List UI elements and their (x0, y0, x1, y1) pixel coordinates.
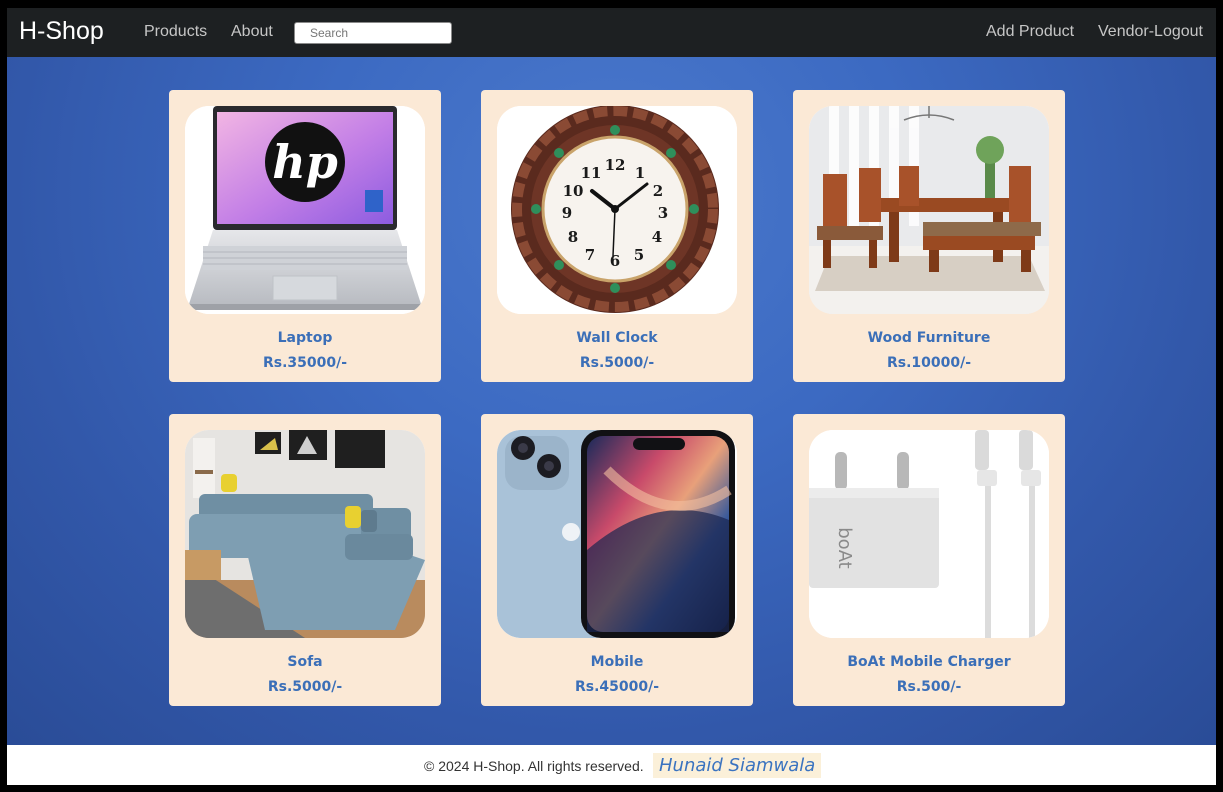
product-card-wall-clock[interactable]: 12 1 2 3 4 5 6 7 8 9 10 11 Wall Clock Rs… (481, 90, 753, 382)
product-name: Mobile (590, 654, 644, 670)
smartphone-image (497, 430, 737, 638)
charger-image: boAt (809, 430, 1049, 638)
nav-link-vendor-logout[interactable]: Vendor-Logout (1098, 23, 1203, 41)
sofa-icon (185, 430, 425, 638)
product-price: Rs.45000/- (574, 679, 660, 695)
product-card-laptop[interactable]: hp Laptop Rs.35000/- (169, 90, 441, 382)
product-price: Rs.10000/- (886, 355, 972, 371)
clock-numeral-1: 1 (635, 164, 645, 182)
nav-link-about[interactable]: About (231, 23, 273, 41)
dining-table-icon (809, 106, 1049, 314)
clock-numeral-8: 8 (568, 228, 578, 246)
product-name: BoAt Mobile Charger (847, 654, 1011, 670)
clock-numeral-6: 6 (610, 252, 620, 270)
clock-numeral-7: 7 (585, 246, 595, 264)
clock-numeral-4: 4 (652, 228, 662, 246)
page-frame: H-Shop Products About Add Product Vendor… (7, 8, 1216, 785)
product-price: Rs.5000/- (267, 679, 343, 695)
sofa-image (185, 430, 425, 638)
product-card-wood-furniture[interactable]: Wood Furniture Rs.10000/- (793, 90, 1065, 382)
author-name: Hunaid Siamwala (653, 753, 822, 778)
clock-numeral-3: 3 (658, 204, 668, 222)
wall-clock-icon: 12 1 2 3 4 5 6 7 8 9 10 11 (497, 106, 737, 314)
wall-clock-image: 12 1 2 3 4 5 6 7 8 9 10 11 (497, 106, 737, 314)
clock-numeral-2: 2 (653, 182, 663, 200)
navbar: H-Shop Products About Add Product Vendor… (7, 8, 1216, 57)
nav-link-products[interactable]: Products (144, 23, 207, 41)
product-name: Wall Clock (576, 330, 658, 346)
product-price: Rs.500/- (896, 679, 962, 695)
product-card-sofa[interactable]: Sofa Rs.5000/- (169, 414, 441, 706)
laptop-icon: hp (185, 106, 425, 314)
product-name: Sofa (287, 654, 323, 670)
product-card-mobile[interactable]: Mobile Rs.45000/- (481, 414, 753, 706)
clock-numeral-5: 5 (634, 246, 644, 264)
clock-numeral-11: 11 (581, 164, 602, 182)
product-price: Rs.5000/- (579, 355, 655, 371)
product-name: Wood Furniture (867, 330, 991, 346)
product-price: Rs.35000/- (262, 355, 348, 371)
clock-numeral-12: 12 (605, 156, 626, 174)
charger-icon: boAt (809, 430, 1049, 638)
copyright-text: © 2024 H-Shop. All rights reserved. (424, 758, 644, 774)
product-grid: hp Laptop Rs.35000/- 12 1 2 3 4 5 6 7 8 … (7, 57, 1216, 745)
footer: © 2024 H-Shop. All rights reserved. Huna… (7, 745, 1216, 785)
product-name: Laptop (277, 330, 333, 346)
clock-numeral-10: 10 (563, 182, 584, 200)
smartphone-icon (497, 430, 737, 638)
laptop-image: hp (185, 106, 425, 314)
nav-link-add-product[interactable]: Add Product (986, 23, 1074, 41)
brand-logo[interactable]: H-Shop (19, 17, 104, 46)
product-card-boat-mobile-charger[interactable]: boAt BoAt Mobile Charger Rs.500/- (793, 414, 1065, 706)
hp-logo-text: hp (272, 135, 338, 189)
clock-numeral-9: 9 (562, 204, 572, 222)
search-input[interactable] (294, 22, 452, 44)
dining-table-image (809, 106, 1049, 314)
charger-brand-text: boAt (834, 527, 855, 569)
